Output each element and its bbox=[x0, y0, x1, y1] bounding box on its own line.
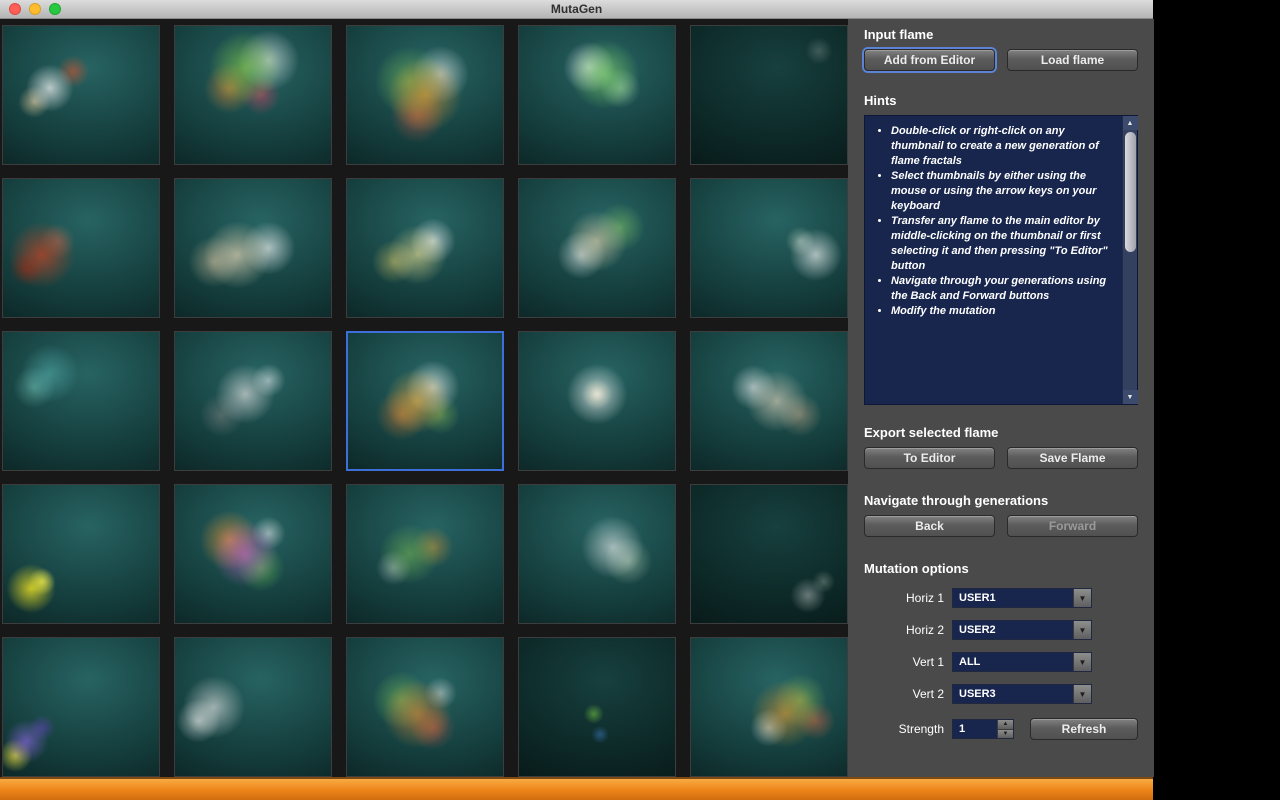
flame-thumbnail[interactable] bbox=[518, 178, 676, 318]
save-flame-button[interactable]: Save Flame bbox=[1007, 447, 1138, 469]
hint-item: Transfer any flame to the main editor by… bbox=[891, 214, 1118, 274]
traffic-lights bbox=[9, 3, 61, 15]
horiz1-dropdown[interactable]: USER1 ▼ bbox=[952, 588, 1092, 608]
scroll-up-icon[interactable]: ▲ bbox=[1123, 116, 1138, 130]
strength-label: Strength bbox=[864, 722, 944, 736]
side-panel: Input flame Add from Editor Load flame H… bbox=[848, 19, 1154, 777]
flame-thumbnail[interactable] bbox=[690, 25, 848, 165]
flame-thumbnail[interactable] bbox=[346, 484, 504, 624]
horiz2-dropdown[interactable]: USER2 ▼ bbox=[952, 620, 1092, 640]
hint-item: Double-click or right-click on any thumb… bbox=[891, 124, 1118, 169]
thumbnail-grid bbox=[0, 19, 848, 777]
flame-thumbnail[interactable] bbox=[518, 637, 676, 777]
to-editor-button[interactable]: To Editor bbox=[864, 447, 995, 469]
hints-box: Double-click or right-click on any thumb… bbox=[864, 115, 1138, 405]
flame-thumbnail[interactable] bbox=[174, 25, 332, 165]
flame-thumbnail[interactable] bbox=[2, 484, 160, 624]
flame-thumbnail[interactable] bbox=[174, 637, 332, 777]
export-heading: Export selected flame bbox=[864, 425, 1138, 440]
strength-stepper[interactable]: ▲ ▼ bbox=[952, 719, 1014, 739]
flame-thumbnail[interactable] bbox=[690, 637, 848, 777]
flame-thumbnail[interactable] bbox=[2, 178, 160, 318]
hint-item: Modify the mutation bbox=[891, 304, 1118, 319]
flame-thumbnail[interactable] bbox=[518, 331, 676, 471]
mutation-options-heading: Mutation options bbox=[864, 561, 1138, 576]
hint-item: Select thumbnails by either using the mo… bbox=[891, 169, 1118, 214]
navigate-heading: Navigate through generations bbox=[864, 493, 1138, 508]
flame-thumbnail[interactable] bbox=[346, 637, 504, 777]
flame-thumbnail[interactable] bbox=[690, 178, 848, 318]
vert1-label: Vert 1 bbox=[864, 655, 944, 669]
hint-item: Navigate through your generations using … bbox=[891, 274, 1118, 304]
chevron-down-icon[interactable]: ▼ bbox=[1073, 621, 1091, 639]
chevron-down-icon[interactable]: ▼ bbox=[1073, 589, 1091, 607]
flame-thumbnail[interactable] bbox=[346, 178, 504, 318]
title-bar: MutaGen bbox=[0, 0, 1153, 19]
flame-thumbnail[interactable] bbox=[2, 331, 160, 471]
window-title: MutaGen bbox=[551, 2, 602, 16]
strength-input[interactable] bbox=[953, 720, 997, 738]
horiz2-value[interactable]: USER2 bbox=[953, 621, 1073, 639]
vert2-dropdown[interactable]: USER3 ▼ bbox=[952, 684, 1092, 704]
vert2-label: Vert 2 bbox=[864, 687, 944, 701]
flame-thumbnail[interactable] bbox=[346, 25, 504, 165]
add-from-editor-button[interactable]: Add from Editor bbox=[864, 49, 995, 71]
stepper-down-icon[interactable]: ▼ bbox=[997, 729, 1013, 739]
chevron-down-icon[interactable]: ▼ bbox=[1073, 653, 1091, 671]
horiz1-label: Horiz 1 bbox=[864, 591, 944, 605]
refresh-button[interactable]: Refresh bbox=[1030, 718, 1138, 740]
horiz2-label: Horiz 2 bbox=[864, 623, 944, 637]
vert2-value[interactable]: USER3 bbox=[953, 685, 1073, 703]
vert1-value[interactable]: ALL bbox=[953, 653, 1073, 671]
chevron-down-icon[interactable]: ▼ bbox=[1073, 685, 1091, 703]
scroll-down-icon[interactable]: ▼ bbox=[1123, 390, 1138, 404]
mutagen-window: MutaGen Input flame Add from Editor Load… bbox=[0, 0, 1153, 800]
flame-thumbnail[interactable] bbox=[2, 637, 160, 777]
hints-list: Double-click or right-click on any thumb… bbox=[865, 116, 1122, 404]
forward-button[interactable]: Forward bbox=[1007, 515, 1138, 537]
input-flame-heading: Input flame bbox=[864, 27, 1138, 42]
flame-thumbnail[interactable] bbox=[518, 25, 676, 165]
vert1-dropdown[interactable]: ALL ▼ bbox=[952, 652, 1092, 672]
hints-scrollbar[interactable]: ▲ ▼ bbox=[1122, 116, 1137, 404]
scrollbar-track[interactable] bbox=[1123, 130, 1138, 390]
flame-thumbnail[interactable] bbox=[518, 484, 676, 624]
hints-heading: Hints bbox=[864, 93, 1138, 108]
load-flame-button[interactable]: Load flame bbox=[1007, 49, 1138, 71]
flame-thumbnail[interactable] bbox=[2, 25, 160, 165]
stepper-up-icon[interactable]: ▲ bbox=[997, 720, 1013, 729]
background-window-strip[interactable] bbox=[0, 777, 1153, 800]
flame-thumbnail[interactable] bbox=[174, 178, 332, 318]
flame-thumbnail[interactable] bbox=[174, 484, 332, 624]
scrollbar-thumb[interactable] bbox=[1125, 132, 1136, 252]
horiz1-value[interactable]: USER1 bbox=[953, 589, 1073, 607]
zoom-button[interactable] bbox=[49, 3, 61, 15]
flame-thumbnail[interactable] bbox=[690, 484, 848, 624]
minimize-button[interactable] bbox=[29, 3, 41, 15]
flame-thumbnail[interactable] bbox=[346, 331, 504, 471]
back-button[interactable]: Back bbox=[864, 515, 995, 537]
close-button[interactable] bbox=[9, 3, 21, 15]
flame-thumbnail[interactable] bbox=[690, 331, 848, 471]
flame-thumbnail[interactable] bbox=[174, 331, 332, 471]
